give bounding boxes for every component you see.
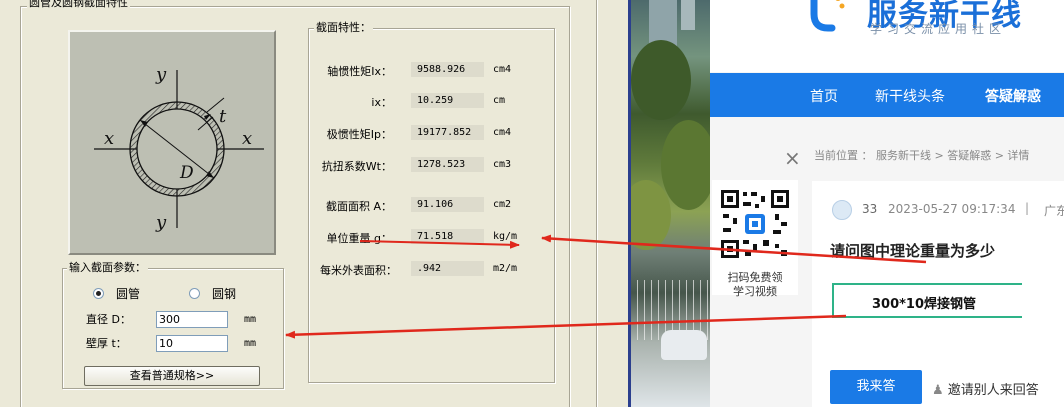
question-title: 请问图中理论重量为多少 [830, 242, 996, 260]
nav-headlines[interactable]: 新干线头条 [875, 86, 945, 106]
pipe-section-drawing: y y x x t D [94, 64, 264, 233]
diameter-unit: mm [244, 314, 257, 325]
thickness-label: 壁厚 t： [86, 337, 127, 350]
prop-unit-unit-weight: kg/m [493, 231, 518, 242]
qr-caption-line1: 扫码免费领 [727, 271, 783, 284]
invite-answer-link[interactable]: ♟ 邀请别人来回答 [932, 379, 1039, 398]
view-standard-specs-button[interactable]: 查看普通规格>> [84, 366, 260, 386]
avatar[interactable] [832, 200, 852, 220]
photo-building-small [681, 0, 695, 30]
nav-home[interactable]: 首页 [810, 86, 838, 106]
prop-label-torsion-modulus: 抗扭系数Wt： [321, 160, 392, 173]
qa-website: 服务新干线 学习交流应用社区 首页 新干线头条 答疑解惑 当前位置 ： 服务新干… [710, 0, 1064, 407]
diameter-input[interactable] [156, 311, 228, 328]
section-properties-title: 截面特性： [314, 21, 373, 34]
radio-solid-bar[interactable] [189, 288, 200, 299]
input-parameters-title: 输入截面参数： [67, 261, 148, 274]
close-icon[interactable]: × [784, 148, 801, 168]
prop-label-area: 截面面积 A： [325, 200, 392, 213]
prop-label-ix-inertia: 轴惯性矩Ix： [327, 65, 392, 78]
question-highlight-text: 300*10焊接钢管 [872, 297, 977, 312]
prop-label-polar-inertia: 极惯性矩Ip： [326, 128, 392, 141]
label-y-bottom: y [155, 212, 167, 233]
prop-value-area: 91.106 [411, 197, 484, 212]
section-calculator-window: 圆管及圆钢截面特性 y y x x t D 截面特性： 轴惯性矩Ix： 9588… [0, 0, 628, 407]
label-diameter-D: D [179, 163, 194, 183]
site-logo-icon [810, 0, 845, 32]
question-region: 广东 [1044, 204, 1064, 218]
main-nav: 首页 新干线头条 答疑解惑 [710, 73, 1064, 117]
radio-pipe[interactable] [93, 288, 104, 299]
qr-promo-card: 扫码免费领 学习视频 [712, 180, 798, 298]
question-card: 33 2023-05-27 09:17:34 | 广东 请问图中理论重量为多少 … [812, 181, 1064, 407]
cross-section-diagram: y y x x t D [68, 30, 276, 255]
section-group-title: 圆管及圆钢截面特性 [27, 0, 130, 9]
prop-unit-ix-inertia: cm4 [493, 64, 512, 75]
photo-tree [661, 120, 710, 210]
thickness-input[interactable] [156, 335, 228, 352]
qr-code-icon [719, 188, 791, 260]
prop-value-surface-area: .942 [411, 261, 484, 276]
screenshot-stage: 圆管及圆钢截面特性 y y x x t D 截面特性： 轴惯性矩Ix： 9588… [0, 0, 1064, 407]
prop-value-torsion-modulus: 1278.523 [411, 157, 484, 172]
person-icon: ♟ [932, 383, 944, 398]
window-divider-highlight [597, 0, 598, 407]
question-user[interactable]: 33 [862, 202, 877, 216]
thickness-unit: mm [244, 338, 257, 349]
prop-label-unit-weight: 单位重量 g： [326, 232, 392, 245]
photo-vehicle [661, 330, 707, 360]
answer-button[interactable]: 我来答 [830, 370, 922, 404]
photo-tree [631, 40, 691, 120]
prop-unit-torsion-modulus: cm3 [493, 159, 512, 170]
site-header: 服务新干线 学习交流应用社区 [710, 0, 1064, 72]
prop-label-radius-gyration: ix： [371, 96, 392, 109]
prop-unit-area: cm2 [493, 199, 512, 210]
prop-unit-polar-inertia: cm4 [493, 127, 512, 138]
radio-pipe-label[interactable]: 圆管 [116, 285, 140, 302]
diameter-label: 直径 D： [86, 313, 131, 326]
label-x-left: x [104, 128, 114, 149]
nav-qa[interactable]: 答疑解惑 [985, 86, 1041, 106]
breadcrumb: 当前位置 ： 服务新干线 > 答疑解惑 > 详情 [814, 149, 1030, 162]
prop-value-unit-weight: 71.518 [411, 229, 484, 244]
prop-value-polar-inertia: 19177.852 [411, 125, 484, 140]
label-y-top: y [155, 64, 167, 85]
question-highlight-box: 300*10焊接钢管 [832, 283, 1022, 318]
prop-unit-surface-area: m2/m [493, 263, 518, 274]
qr-caption: 扫码免费领 学习视频 [712, 271, 798, 299]
prop-unit-radius-gyration: cm [493, 95, 506, 106]
background-photo [628, 0, 710, 407]
prop-value-radius-gyration: 10.259 [411, 93, 484, 108]
prop-value-ix-inertia: 9588.926 [411, 62, 484, 77]
label-x-right: x [242, 128, 252, 149]
photo-tree [631, 180, 671, 250]
question-time: 2023-05-27 09:17:34 [888, 202, 1016, 216]
meta-separator: | [1025, 201, 1030, 215]
prop-label-surface-area: 每米外表面积： [320, 264, 397, 277]
site-slogan: 学习交流应用社区 [870, 22, 1007, 36]
radio-solid-bar-label[interactable]: 圆钢 [212, 285, 236, 302]
qr-caption-line2: 学习视频 [733, 285, 777, 298]
invite-answer-label: 邀请别人来回答 [947, 383, 1039, 398]
label-thickness-t: t [219, 106, 227, 127]
